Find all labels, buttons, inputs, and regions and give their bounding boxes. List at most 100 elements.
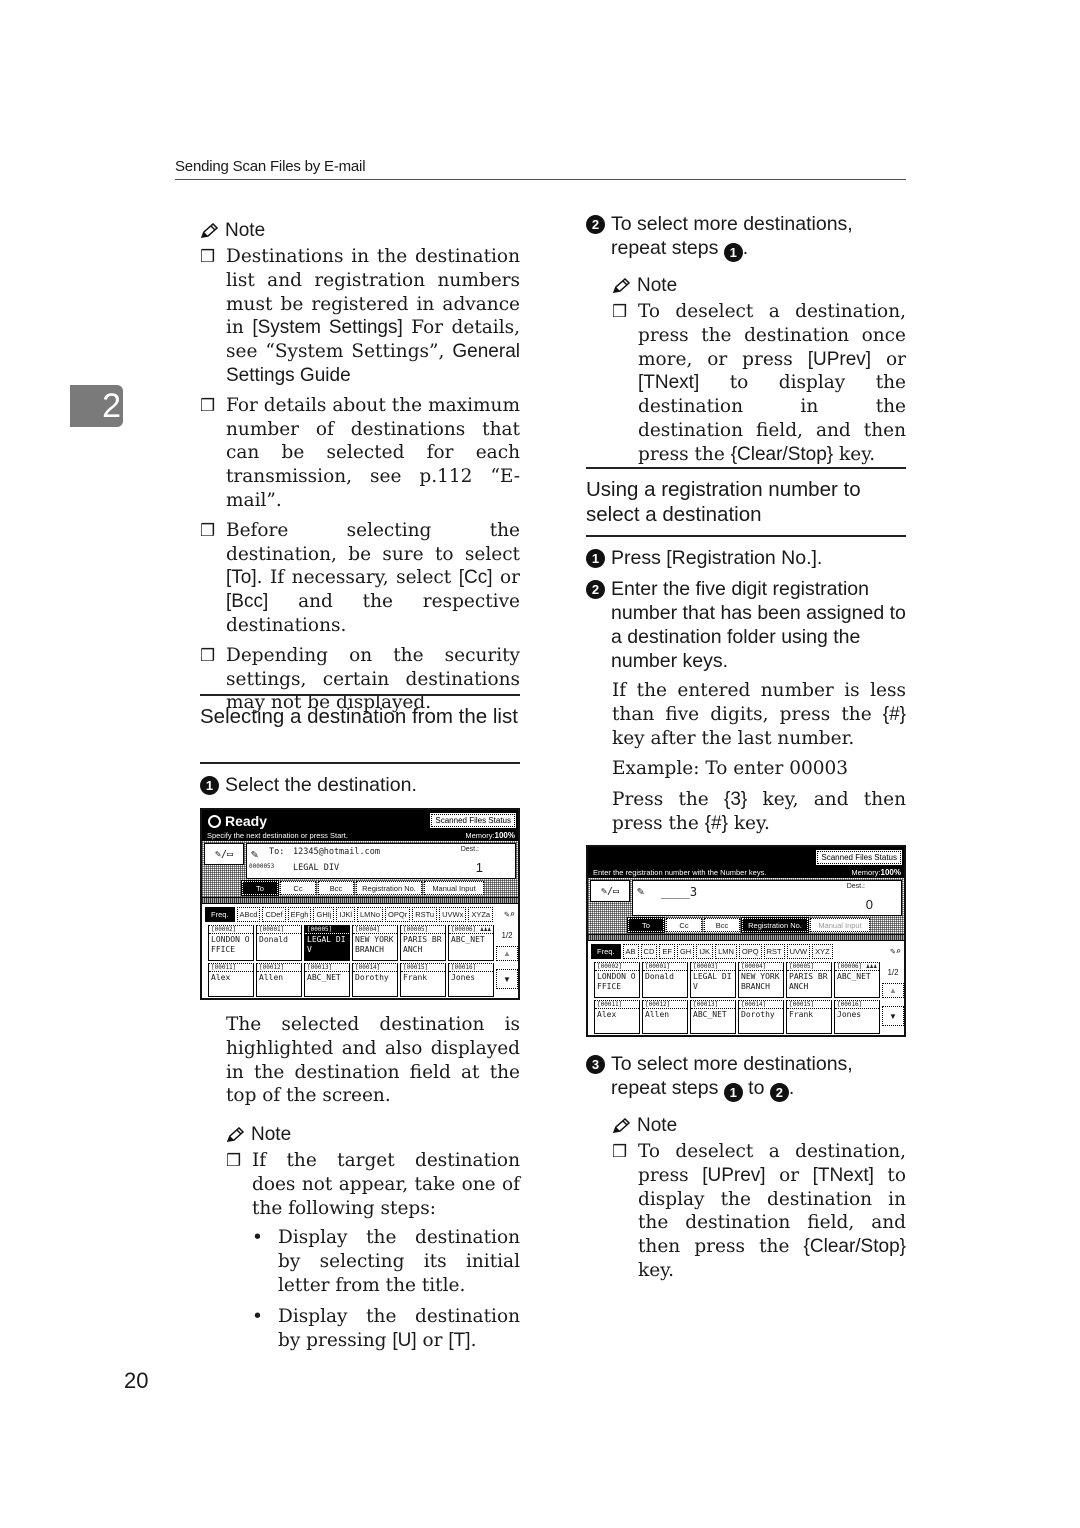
tab-to[interactable]: To bbox=[627, 917, 665, 933]
status-text: Ready bbox=[225, 813, 268, 829]
message-row: Specify the next destination or press St… bbox=[202, 830, 518, 841]
destination-key[interactable]: [00011] Alex bbox=[594, 1000, 640, 1034]
destination-key[interactable]: [00016] Jones bbox=[448, 963, 494, 997]
running-header: Sending Scan Files by E-mail bbox=[175, 158, 366, 175]
destination-key[interactable]: [00004] NEW YORK BRANCH bbox=[738, 962, 784, 998]
note-label: Note bbox=[637, 1115, 678, 1136]
destination-key[interactable]: [00012] Allen bbox=[642, 1000, 688, 1034]
destination-name: Donald bbox=[259, 935, 288, 944]
destination-key[interactable]: [00012] Allen bbox=[256, 963, 302, 997]
title-tab-cdef[interactable]: CDef bbox=[262, 907, 286, 922]
title-tab-ab[interactable]: AB bbox=[622, 944, 639, 959]
title-tab-ijk[interactable]: IJK bbox=[696, 944, 714, 959]
destination-key[interactable]: [00005] LEGAL DI V bbox=[304, 925, 350, 961]
destination-name: ABC_NET bbox=[693, 1010, 727, 1019]
tab-cc[interactable]: Cc bbox=[666, 918, 702, 932]
tab-cc[interactable]: Cc bbox=[280, 881, 316, 895]
title-tab-ef[interactable]: EF bbox=[659, 944, 675, 959]
search-destination-icon[interactable]: ✎⌕ bbox=[890, 947, 901, 957]
destination-code: [00001] bbox=[643, 963, 687, 971]
destination-key[interactable]: [00001] Donald bbox=[256, 925, 302, 961]
destination-name: LEGAL DI V bbox=[307, 935, 346, 954]
title-tab-ijkl[interactable]: IJKl bbox=[336, 907, 355, 922]
checkbox-bullet-icon: ❒ bbox=[200, 247, 216, 267]
destination-key[interactable]: [00003] LEGAL DI V bbox=[690, 962, 736, 998]
email-folder-toggle-button[interactable]: ✎/▭ bbox=[590, 880, 630, 902]
scanned-files-status-button[interactable]: Scanned Files Status bbox=[816, 850, 902, 865]
destination-name: Dorothy bbox=[355, 973, 389, 982]
destination-key[interactable]: [00005] PARIS BR ANCH bbox=[786, 962, 832, 998]
title-tab-lmn[interactable]: LMN bbox=[715, 944, 737, 959]
title-tab-gh[interactable]: GH bbox=[676, 944, 695, 959]
destination-code: [00001] bbox=[257, 926, 301, 934]
tab-frequent[interactable]: Freq. bbox=[591, 944, 621, 959]
control-panel-screen-registration: Scanned Files Status Enter the registrat… bbox=[586, 845, 906, 1037]
destination-key[interactable]: [00002] LONDON O FFICE bbox=[594, 962, 640, 998]
note-item: ❒ Before selecting the destination, be s… bbox=[200, 519, 520, 638]
tab-to[interactable]: To bbox=[241, 880, 279, 896]
tab-bcc[interactable]: Bcc bbox=[704, 918, 740, 932]
title-tab-xyza[interactable]: XYZa bbox=[468, 907, 494, 922]
title-tab-xyz[interactable]: XYZ bbox=[812, 944, 833, 959]
destination-key[interactable]: [00015] Frank bbox=[400, 963, 446, 997]
title-tab-rstu[interactable]: RSTu bbox=[412, 907, 438, 922]
instruction-message: Enter the registration number with the N… bbox=[593, 868, 767, 877]
next-page-button[interactable]: ▼ bbox=[496, 969, 518, 989]
destination-name: Jones bbox=[837, 1010, 862, 1019]
manual-input-button[interactable]: Manual Input bbox=[424, 881, 484, 895]
text: or bbox=[871, 348, 906, 370]
scanned-files-status-button[interactable]: Scanned Files Status bbox=[430, 813, 516, 828]
destination-field: ✎ To: 12345@hotmail.com 0000053 LEGAL DI… bbox=[246, 843, 516, 879]
destination-key[interactable]: [00002] LONDON O FFICE bbox=[208, 925, 254, 961]
destination-name: NEW YORK BRANCH bbox=[741, 972, 780, 991]
title-tab-lmno[interactable]: LMNo bbox=[357, 907, 384, 922]
step-number: 2 bbox=[586, 215, 605, 234]
title-tab-opqr[interactable]: OPQr bbox=[385, 907, 411, 922]
next-page-button[interactable]: ▼ bbox=[882, 1006, 904, 1026]
destination-code: [00002] bbox=[595, 963, 639, 971]
destination-key[interactable]: [00011] Alex bbox=[208, 963, 254, 997]
message-row: Enter the registration number with the N… bbox=[588, 867, 904, 878]
text: . bbox=[470, 1329, 477, 1351]
title-tab-rst[interactable]: RST bbox=[763, 944, 785, 959]
title-tab-efgh[interactable]: EFgh bbox=[287, 907, 312, 922]
search-destination-icon[interactable]: ✎⌕ bbox=[504, 910, 515, 920]
manual-input-button[interactable]: Manual Input bbox=[810, 918, 870, 932]
destination-key[interactable]: [00005] PARIS BR ANCH bbox=[400, 925, 446, 961]
destination-key[interactable]: [00015] Frank bbox=[786, 1000, 832, 1034]
title-tab-uvwx[interactable]: UVWx bbox=[439, 907, 467, 922]
registration-no-button[interactable]: Registration No. bbox=[356, 881, 422, 895]
title-tab-opq[interactable]: OPQ bbox=[738, 944, 762, 959]
registration-no-button[interactable]: Registration No. bbox=[741, 917, 809, 933]
title-tab-uvw[interactable]: UVW bbox=[786, 944, 811, 959]
destination-key[interactable]: [00014] Dorothy bbox=[738, 1000, 784, 1034]
previous-page-button[interactable]: ▲ bbox=[882, 983, 904, 998]
title-tab-abcd[interactable]: ABcd bbox=[236, 907, 261, 922]
text: Press bbox=[611, 547, 667, 569]
destination-key[interactable]: [00013] ABC_NET bbox=[304, 963, 350, 997]
title-tab-cd[interactable]: CD bbox=[640, 944, 658, 959]
note-label: Note bbox=[637, 275, 678, 296]
destination-key[interactable]: [00006] ♟♟♟ ABC_NET bbox=[448, 925, 494, 961]
previous-page-button[interactable]: ▲ bbox=[496, 946, 518, 961]
destination-code: [00005] bbox=[305, 926, 349, 934]
tab-bcc[interactable]: Bcc bbox=[318, 881, 354, 895]
tab-frequent[interactable]: Freq. bbox=[205, 907, 235, 922]
destination-key[interactable]: [00016] Jones bbox=[834, 1000, 880, 1034]
destination-key[interactable]: [00004] NEW YORK BRANCH bbox=[352, 925, 398, 961]
destination-code: [00015] bbox=[401, 964, 445, 972]
destination-key[interactable]: [00006] ♟♟♟ ABC_NET bbox=[834, 962, 880, 998]
text: . If necessary, select bbox=[256, 567, 459, 589]
destination-code: [00004] bbox=[739, 963, 783, 971]
page-nav: ▼ bbox=[882, 1000, 904, 1034]
key-label: {Clear/Stop} bbox=[730, 443, 834, 465]
step-reference: 1 bbox=[723, 1083, 743, 1102]
email-folder-toggle-button[interactable]: ✎/▭ bbox=[204, 843, 244, 865]
memory-value: 100% bbox=[494, 831, 515, 840]
step-1: 1 Press [Registration No.]. bbox=[586, 546, 906, 570]
destination-key[interactable]: [00001] Donald bbox=[642, 962, 688, 998]
chapter-tab: 2 bbox=[70, 385, 123, 427]
title-tab-ghij[interactable]: GHIj bbox=[313, 907, 335, 922]
destination-key[interactable]: [00014] Dorothy bbox=[352, 963, 398, 997]
destination-key[interactable]: [00013] ABC_NET bbox=[690, 1000, 736, 1034]
